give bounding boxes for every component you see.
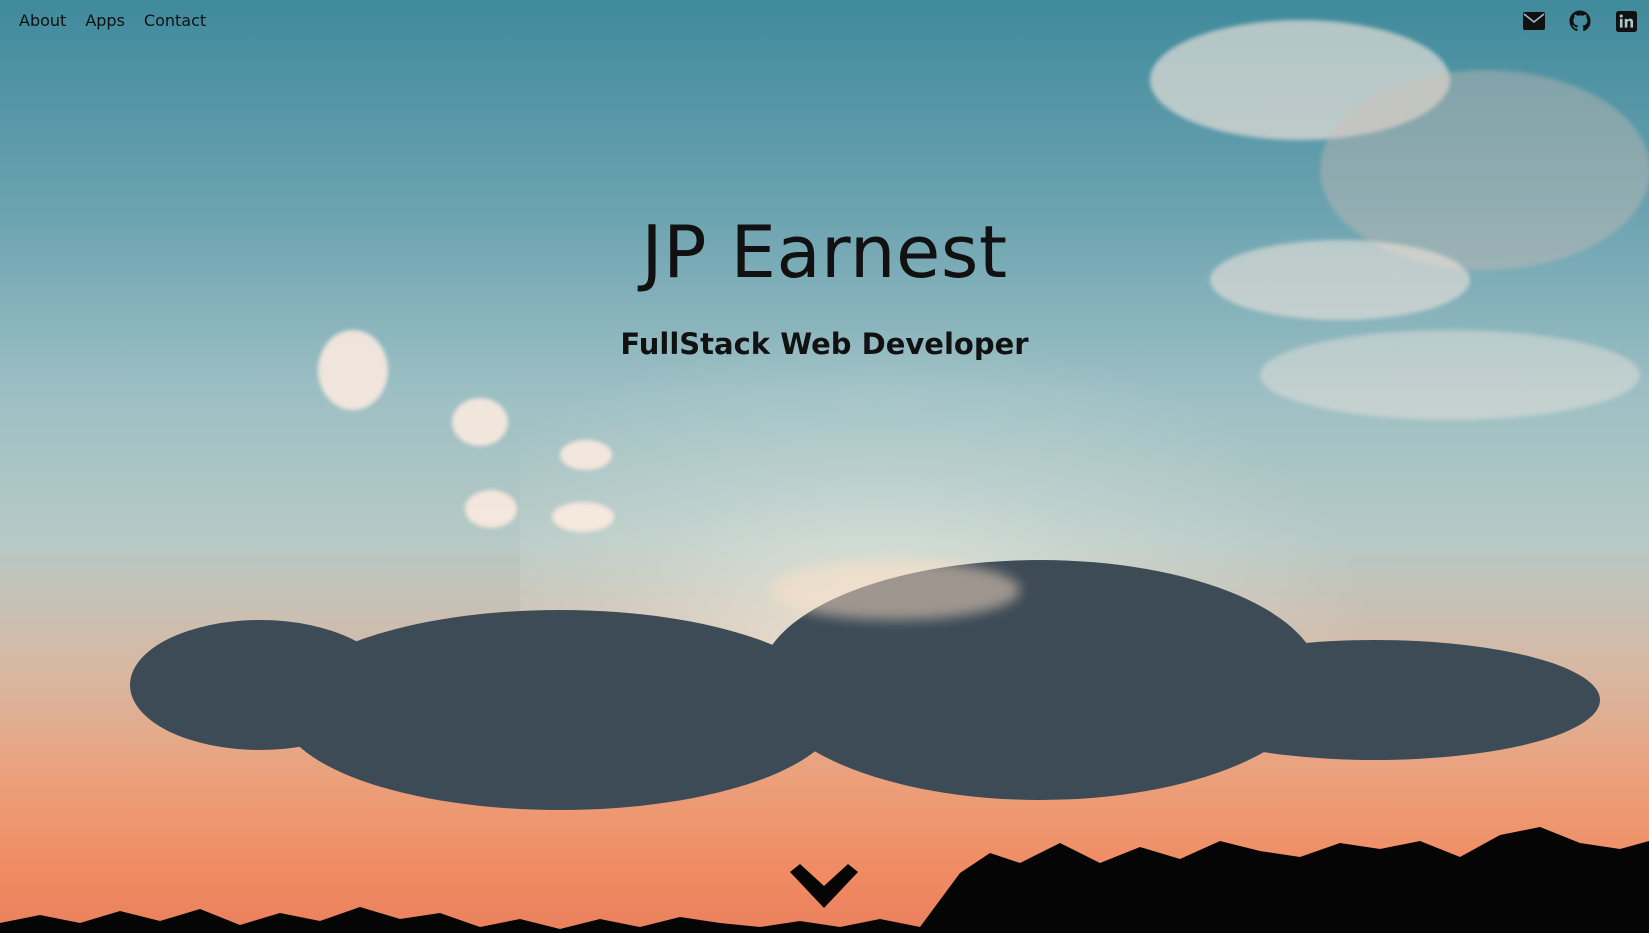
chevron-down-icon[interactable]: [786, 862, 862, 912]
nav-apps[interactable]: Apps: [85, 11, 125, 30]
dark-cloud-highlight: [770, 560, 1020, 620]
dark-cloud: [280, 610, 840, 810]
envelope-icon[interactable]: [1523, 10, 1545, 32]
github-icon[interactable]: [1569, 10, 1591, 32]
nav-contact[interactable]: Contact: [144, 11, 206, 30]
page-subtitle: FullStack Web Developer: [620, 327, 1029, 361]
linkedin-icon[interactable]: [1615, 10, 1637, 32]
nav-about[interactable]: About: [19, 11, 66, 30]
dark-cloud: [1150, 640, 1600, 760]
social-links: [1523, 10, 1637, 32]
main-nav: About Apps Contact: [19, 11, 206, 30]
page-title: JP Earnest: [641, 210, 1008, 294]
cloud: [465, 490, 517, 528]
cloud: [560, 440, 612, 470]
cloud: [452, 398, 508, 446]
cloud: [552, 502, 614, 532]
hero-background: [0, 0, 1649, 933]
